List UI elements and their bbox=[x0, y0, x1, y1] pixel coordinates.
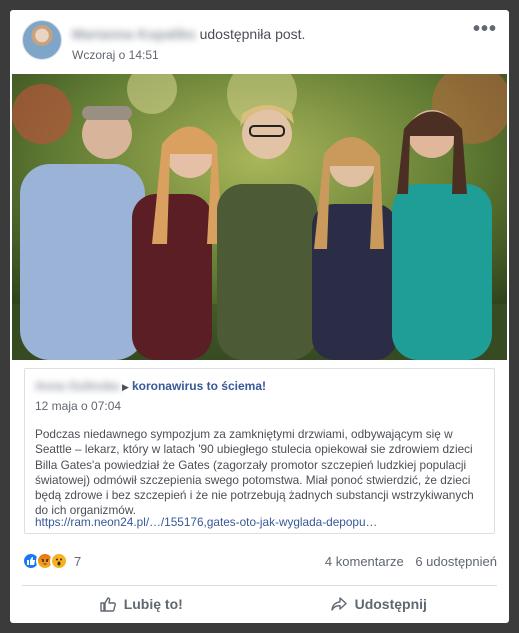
author-avatar[interactable] bbox=[22, 20, 62, 60]
post-card: Marianna Kopaliks udostępniła post. Wczo… bbox=[10, 10, 509, 623]
like-button-label: Lubię to! bbox=[123, 596, 183, 612]
share-button[interactable]: Udostępnij bbox=[260, 590, 498, 618]
reaction-count: 7 bbox=[74, 553, 82, 569]
post-action-text: udostępniła post. bbox=[195, 26, 306, 42]
shared-post-text: Podczas niedawnego sympozjum za zamknięt… bbox=[35, 427, 474, 518]
shared-post-link[interactable]: https://ram.neon24.pl/…/155176,gates-oto… bbox=[35, 515, 377, 529]
shared-post[interactable]: Anna Gulinska ▶ koronawirus to ściema! 12 … bbox=[24, 368, 495, 534]
author-name[interactable]: Marianna Kopaliks bbox=[72, 26, 196, 42]
shared-post-date[interactable]: 12 maja o 07:04 bbox=[35, 399, 121, 413]
actions-divider bbox=[22, 585, 497, 586]
share-arrow-icon bbox=[330, 597, 347, 611]
more-options-button[interactable]: ••• bbox=[473, 19, 497, 39]
share-button-label: Udostępnij bbox=[354, 596, 427, 612]
reactions-summary[interactable]: 7 bbox=[22, 552, 81, 570]
post-actions: Lubię to! Udostępnij bbox=[22, 590, 497, 618]
post-header: Marianna Kopaliks udostępniła post. Wczo… bbox=[22, 19, 497, 64]
family-photo-image bbox=[12, 74, 507, 360]
like-button[interactable]: Lubię to! bbox=[22, 590, 260, 618]
thumbs-up-icon bbox=[99, 597, 116, 612]
ellipsis-icon: ••• bbox=[472, 18, 497, 40]
shared-group-name[interactable]: koronawirus to ściema! bbox=[132, 379, 266, 393]
shared-author-name[interactable]: Anna Gulinska bbox=[35, 379, 119, 393]
author-line: Marianna Kopaliks udostępniła post. bbox=[72, 26, 305, 42]
post-timestamp[interactable]: Wczoraj o 14:51 bbox=[72, 48, 159, 62]
comments-count[interactable]: 4 komentarze bbox=[325, 554, 404, 569]
post-photo[interactable] bbox=[12, 74, 507, 360]
wow-reaction-icon bbox=[50, 552, 68, 570]
shares-count[interactable]: 6 udostępnień bbox=[415, 554, 497, 569]
engagement-counts: 4 komentarze 6 udostępnień bbox=[325, 554, 497, 569]
shared-post-header: Anna Gulinska ▶ koronawirus to ściema! bbox=[35, 379, 266, 393]
arrow-right-icon: ▶ bbox=[122, 382, 129, 392]
post-stats: 7 4 komentarze 6 udostępnień bbox=[22, 550, 497, 574]
